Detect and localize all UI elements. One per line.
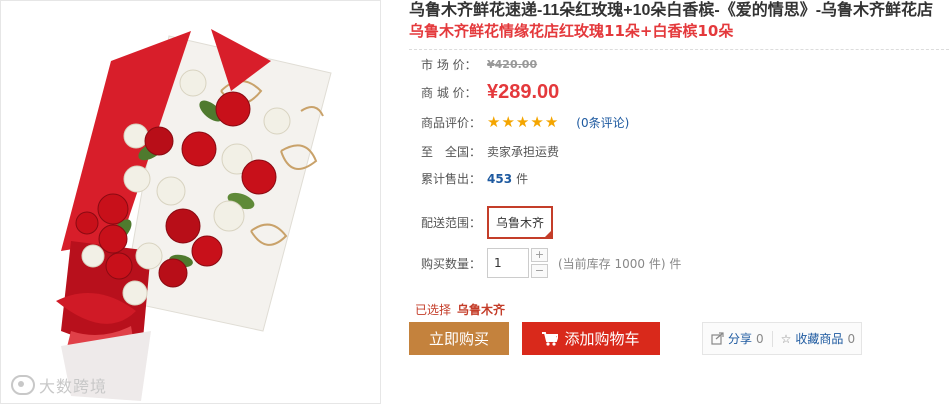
sold-label: 累计售出： <box>421 172 482 186</box>
share-favorite-box: 分享 0 ☆ 收藏商品 0 <box>702 322 862 355</box>
shipping-label: 至 全国： <box>421 145 482 159</box>
stock-text: (当前库存 1000 件) 件 <box>558 256 682 271</box>
mall-price-label: 商 城 价： <box>421 86 477 100</box>
bouquet-illustration <box>56 29 332 401</box>
star-icon: ★ <box>487 113 501 131</box>
watermark-text: 大数跨境 <box>39 377 108 396</box>
star-icon: ★ <box>530 113 544 131</box>
product-title: 乌鲁木齐鲜花速递-11朵红玫瑰+10朵白香槟-《爱的情思》-乌鲁木齐鲜花店 <box>409 2 934 19</box>
selected-label: 已选择 <box>415 303 452 317</box>
sold-count: 453 <box>487 171 513 186</box>
product-image[interactable]: 大数跨境 <box>0 0 381 404</box>
add-to-cart-button[interactable]: 添加购物车 <box>522 322 660 355</box>
star-icon: ★ <box>501 113 515 131</box>
star-icon: ★ <box>544 113 559 131</box>
quantity-input[interactable]: 1 <box>487 248 529 278</box>
rating-label: 商品评价： <box>421 115 482 130</box>
quantity-row: 购买数量： 1 + − (当前库存 1000 件) 件 <box>421 248 681 278</box>
rating-stars: ★ ★ ★ ★ ★ <box>487 113 558 131</box>
delivery-option-urumqi[interactable]: 乌鲁木齐 <box>487 206 554 239</box>
quantity-stepper: + − <box>531 248 548 278</box>
watermark-logo-icon <box>11 375 35 395</box>
market-price-row: 市 场 价： ¥420.00 <box>421 56 537 73</box>
delivery-label: 配送范围： <box>421 216 482 230</box>
selected-option: 已选择 乌鲁木齐 <box>415 301 505 318</box>
delivery-row: 配送范围： 乌鲁木齐 <box>421 206 554 239</box>
share-icon <box>711 332 724 345</box>
favorite-star-icon: ☆ <box>780 331 792 346</box>
product-subtitle: 乌鲁木齐鲜花情缘花店红玫瑰11朵+白香槟10朵 <box>409 22 734 40</box>
market-price-value: ¥420.00 <box>487 58 538 71</box>
cart-icon <box>542 331 559 346</box>
rating-row: 商品评价： ★ ★ ★ ★ ★ (0条评论) <box>421 113 629 131</box>
sold-unit: 件 <box>516 172 529 186</box>
market-price-label: 市 场 价： <box>421 58 477 72</box>
sold-row: 累计售出： 453 件 <box>421 170 528 187</box>
mall-price-row: 商 城 价： ¥289.00 <box>421 81 559 104</box>
quantity-decrease-button[interactable]: − <box>531 264 548 278</box>
favorite-link[interactable]: 收藏商品 <box>795 330 843 347</box>
favorite-count: 0 <box>847 331 856 346</box>
watermark: 大数跨境 <box>11 373 107 397</box>
add-to-cart-label: 添加购物车 <box>564 330 640 348</box>
selected-value: 乌鲁木齐 <box>457 303 506 317</box>
quantity-increase-button[interactable]: + <box>531 248 548 262</box>
shipping-row: 至 全国： 卖家承担运费 <box>421 143 559 160</box>
buy-now-button[interactable]: 立即购买 <box>409 322 509 355</box>
star-icon: ★ <box>515 113 530 131</box>
share-link[interactable]: 分享 <box>728 330 752 347</box>
shipping-value: 卖家承担运费 <box>487 145 560 159</box>
review-link[interactable]: (0条评论) <box>576 114 629 131</box>
title-divider <box>409 49 949 50</box>
quantity-label: 购买数量： <box>421 256 482 271</box>
mall-price-value: ¥289.00 <box>487 81 560 103</box>
product-info: 乌鲁木齐鲜花速递-11朵红玫瑰+10朵白香槟-《爱的情思》-乌鲁木齐鲜花店 乌鲁… <box>409 0 949 355</box>
share-divider <box>771 330 773 347</box>
share-count: 0 <box>756 331 764 346</box>
